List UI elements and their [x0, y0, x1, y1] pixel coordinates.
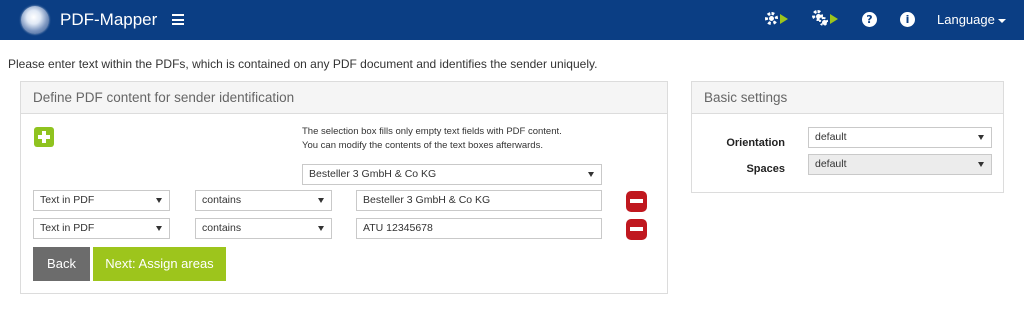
- info-icon[interactable]: i: [900, 12, 915, 27]
- hint-line-2: You can modify the contents of the text …: [302, 140, 543, 151]
- gears-play-icon[interactable]: [812, 10, 840, 28]
- panel-title: Define PDF content for sender identifica…: [21, 82, 667, 114]
- language-dropdown[interactable]: Language: [937, 11, 995, 29]
- remove-row-button[interactable]: [626, 219, 647, 240]
- orientation-select[interactable]: default: [808, 127, 992, 148]
- chevron-down-icon: [156, 226, 162, 231]
- help-icon[interactable]: ?: [862, 12, 877, 27]
- spaces-label: Spaces: [746, 163, 785, 175]
- orientation-label: Orientation: [726, 137, 785, 149]
- operator-select[interactable]: contains: [195, 218, 332, 239]
- value-input[interactable]: ATU 12345678: [356, 218, 602, 239]
- back-button[interactable]: Back: [33, 247, 90, 281]
- logo-icon[interactable]: [21, 6, 49, 34]
- intro-text: Please enter text within the PDFs, which…: [8, 57, 598, 71]
- menu-icon[interactable]: [172, 14, 184, 25]
- top-navbar: PDF-Mapper ? i Language: [0, 0, 1024, 40]
- app-title[interactable]: PDF-Mapper: [60, 9, 157, 31]
- operator-select[interactable]: contains: [195, 190, 332, 211]
- add-row-button[interactable]: [34, 127, 54, 147]
- chevron-down-icon: [318, 198, 324, 203]
- chevron-down-icon: [318, 226, 324, 231]
- field-select[interactable]: Text in PDF: [33, 218, 170, 239]
- pdf-content-select[interactable]: Besteller 3 GmbH & Co KG: [302, 164, 602, 185]
- chevron-down-icon[interactable]: [998, 19, 1006, 23]
- remove-row-button[interactable]: [626, 191, 647, 212]
- chevron-down-icon: [588, 172, 594, 177]
- chevron-down-icon: [978, 162, 984, 167]
- chevron-down-icon: [978, 135, 984, 140]
- field-select[interactable]: Text in PDF: [33, 190, 170, 211]
- hint-line-1: The selection box fills only empty text …: [302, 126, 562, 137]
- gear-play-icon[interactable]: [765, 12, 791, 28]
- next-assign-areas-button[interactable]: Next: Assign areas: [93, 247, 226, 281]
- panel-title: Basic settings: [692, 82, 1003, 114]
- chevron-down-icon: [156, 198, 162, 203]
- spaces-select[interactable]: default: [808, 154, 992, 175]
- sender-identification-panel: Define PDF content for sender identifica…: [20, 81, 668, 294]
- basic-settings-panel: Basic settings Orientation default Space…: [691, 81, 1004, 193]
- value-input[interactable]: Besteller 3 GmbH & Co KG: [356, 190, 602, 211]
